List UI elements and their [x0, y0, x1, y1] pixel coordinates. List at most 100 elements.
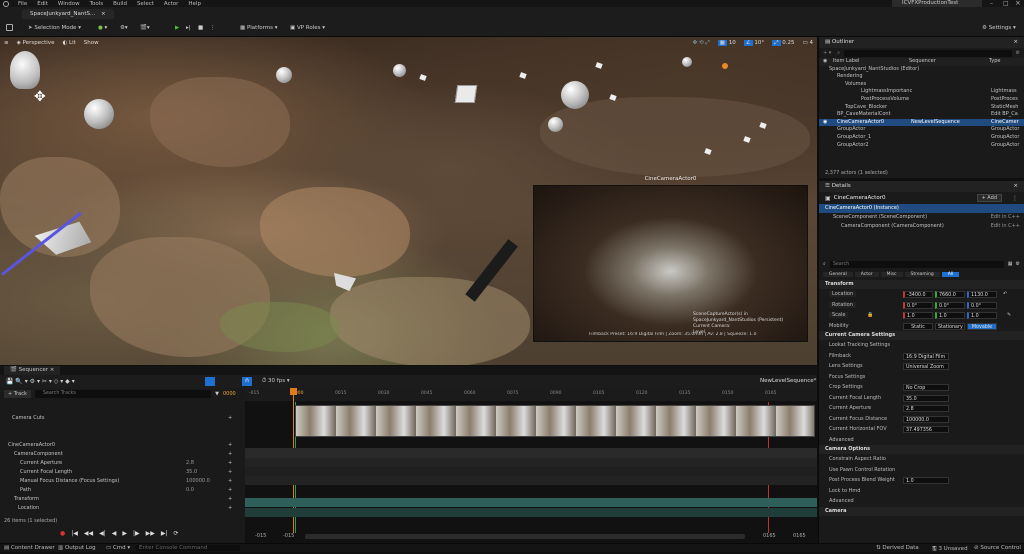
add-key-icon[interactable]: +: [228, 495, 232, 504]
jump-start-button[interactable]: |◀: [71, 530, 78, 537]
menu-select[interactable]: Select: [132, 1, 159, 7]
property-value[interactable]: 1.0: [903, 477, 949, 484]
scale-x-field[interactable]: 1.0: [903, 312, 933, 319]
level-tab-close-icon[interactable]: ×: [101, 11, 106, 17]
menu-window[interactable]: Window: [53, 1, 85, 7]
mobility-stationary[interactable]: Stationary: [935, 322, 965, 330]
details-search-input[interactable]: Search: [829, 260, 1004, 268]
sequencer-tab[interactable]: 🎬 Sequencer ×: [4, 366, 61, 375]
rotation-x-field[interactable]: 0.0°: [903, 301, 933, 309]
location-y-field[interactable]: 7660.0: [935, 291, 965, 298]
reflection-capture-icon[interactable]: [276, 67, 292, 83]
col-type[interactable]: Type: [989, 58, 1000, 66]
outliner-row[interactable]: TopCave_Blocker StaticMesh: [819, 104, 1024, 112]
source-control-button[interactable]: ⊘ Source Control: [974, 545, 1021, 551]
property-value[interactable]: 35.0: [903, 394, 949, 402]
reflection-capture-icon[interactable]: [561, 81, 589, 109]
output-log-button[interactable]: ▥ Output Log: [58, 545, 96, 551]
outliner-row[interactable]: BP_CaveMaterialCont Edit BP_Ca: [819, 111, 1024, 119]
camera-settings-section[interactable]: Current Camera Settings: [819, 331, 1024, 340]
visibility-icon[interactable]: ◉: [823, 119, 827, 127]
property-value[interactable]: 2.8: [903, 405, 949, 412]
next-key-button[interactable]: ▶▶: [146, 530, 155, 537]
jump-end-button[interactable]: ▶|: [161, 530, 168, 537]
reflection-capture-icon[interactable]: [84, 99, 114, 129]
outliner-settings-icon[interactable]: ⚙: [1016, 50, 1020, 56]
play-button[interactable]: ▶: [175, 23, 179, 33]
playhead-handle[interactable]: [290, 388, 297, 395]
menu-tools[interactable]: Tools: [85, 1, 109, 7]
add-key-icon[interactable]: +: [228, 441, 232, 450]
cinematics-button[interactable]: 🎬▾: [140, 23, 150, 33]
camera-actor-track[interactable]: [245, 448, 817, 458]
sequencer-track[interactable]: Path 0.0 +: [0, 486, 245, 495]
next-frame-button[interactable]: |▶: [133, 530, 140, 537]
lock-icon[interactable]: 🔒: [867, 310, 873, 321]
outliner-search[interactable]: + ▾ ⌕ ⚙: [819, 48, 1024, 58]
fps-selector[interactable]: ⏱ 30 fps ▾: [262, 378, 290, 385]
mobility-movable[interactable]: Movable: [967, 322, 997, 330]
scale-y-field[interactable]: 1.0: [935, 312, 965, 319]
sequencer-track[interactable]: Manual Focus Distance (Focus Settings) 10…: [0, 477, 245, 486]
add-key-icon[interactable]: +: [228, 486, 232, 495]
sequencer-track[interactable]: Camera Cuts +: [0, 414, 245, 423]
menu-actor[interactable]: Actor: [159, 1, 183, 7]
sequencer-track[interactable]: CameraComponent +: [0, 450, 245, 459]
key-mode-button[interactable]: [205, 377, 215, 386]
sequencer-timeline[interactable]: -015 0000 0015 0030 0045 0060 0075 0090 0105 0120…: [245, 388, 817, 543]
outliner-row[interactable]: PostProcessVolume PostProces: [819, 96, 1024, 104]
camera-section[interactable]: Camera: [819, 506, 1024, 516]
details-close-icon[interactable]: ×: [1013, 181, 1018, 192]
property-value[interactable]: 37.497356: [903, 426, 949, 433]
current-frame[interactable]: 0000: [223, 391, 241, 397]
play-reverse-button[interactable]: ◀: [112, 530, 117, 537]
menu-edit[interactable]: Edit: [32, 1, 53, 7]
outliner-row[interactable]: GroupActor2 GroupActor: [819, 142, 1024, 150]
rotation-y-field[interactable]: 0.0°: [935, 301, 965, 309]
unreal-logo-icon[interactable]: [3, 0, 9, 7]
platforms-button[interactable]: ▦ Platforms ▾: [240, 23, 278, 33]
maximize-button[interactable]: □: [1003, 0, 1009, 7]
menu-help[interactable]: Help: [183, 1, 206, 7]
outliner-row[interactable]: Volumes: [819, 81, 1024, 89]
filter-icon[interactable]: ▼: [215, 391, 219, 397]
camera-cut-thumbnails[interactable]: [295, 405, 815, 437]
sequencer-track[interactable]: Current Focal Length 35.0 +: [0, 468, 245, 477]
reflection-capture-icon[interactable]: [548, 117, 563, 132]
property-value[interactable]: No Crop: [903, 384, 949, 391]
outliner-row[interactable]: LightmassImportanc Lightmass: [819, 88, 1024, 96]
details-settings-icon[interactable]: ⚙: [1016, 261, 1020, 267]
save-icon[interactable]: [6, 24, 13, 31]
edit-cpp-link[interactable]: Edit in C++: [991, 222, 1020, 231]
perspective-button[interactable]: ◈ Perspective: [13, 40, 59, 46]
record-button[interactable]: ●: [60, 530, 65, 537]
step-button[interactable]: ▸|: [186, 23, 191, 33]
mobility-static[interactable]: Static: [903, 322, 933, 330]
scale-z-field[interactable]: 1.0: [967, 312, 997, 319]
menu-build[interactable]: Build: [108, 1, 132, 7]
camera-options-section[interactable]: Camera Options: [819, 445, 1024, 454]
property-value[interactable]: 100000.0: [903, 415, 949, 423]
add-key-icon[interactable]: +: [228, 504, 232, 513]
property-value[interactable]: Universal Zoom: [903, 363, 949, 370]
outliner-row[interactable]: GroupActor GroupActor: [819, 126, 1024, 134]
location-x-field[interactable]: -3400.0: [903, 291, 933, 298]
rotation-snap-value[interactable]: ∠ 10°: [740, 40, 768, 46]
skylight-icon[interactable]: [10, 51, 40, 89]
col-item-label[interactable]: Item Label: [833, 58, 859, 64]
loop-button[interactable]: ⟳: [174, 530, 179, 537]
play-forward-button[interactable]: ▶: [122, 530, 127, 537]
sequencer-tool-icons[interactable]: 💾 🔍 ▾ ⚙ ▾ ✂ ▾ ◇ ▾ ◆ ▾: [6, 378, 75, 385]
filter-tab-actor[interactable]: Actor: [854, 272, 879, 277]
aperture-track[interactable]: [245, 458, 817, 467]
add-key-icon[interactable]: +: [228, 414, 232, 423]
outliner-row[interactable]: ◉ CineCameraActor0 NewLevelSequence CineCam…: [819, 118, 1024, 127]
scale-snap-value[interactable]: ⤢ 0.25: [768, 39, 798, 47]
close-button[interactable]: ×: [1015, 0, 1021, 7]
focus-distance-track[interactable]: [245, 476, 817, 485]
camera-preview[interactable]: CineCameraActor0 SceneCaptureActor(s) in…: [533, 176, 808, 342]
details-options-icon[interactable]: ⋮: [1012, 195, 1018, 202]
lit-button[interactable]: ◐ Lit: [58, 40, 79, 46]
add-key-icon[interactable]: +: [228, 477, 232, 486]
show-button[interactable]: Show: [80, 40, 103, 46]
